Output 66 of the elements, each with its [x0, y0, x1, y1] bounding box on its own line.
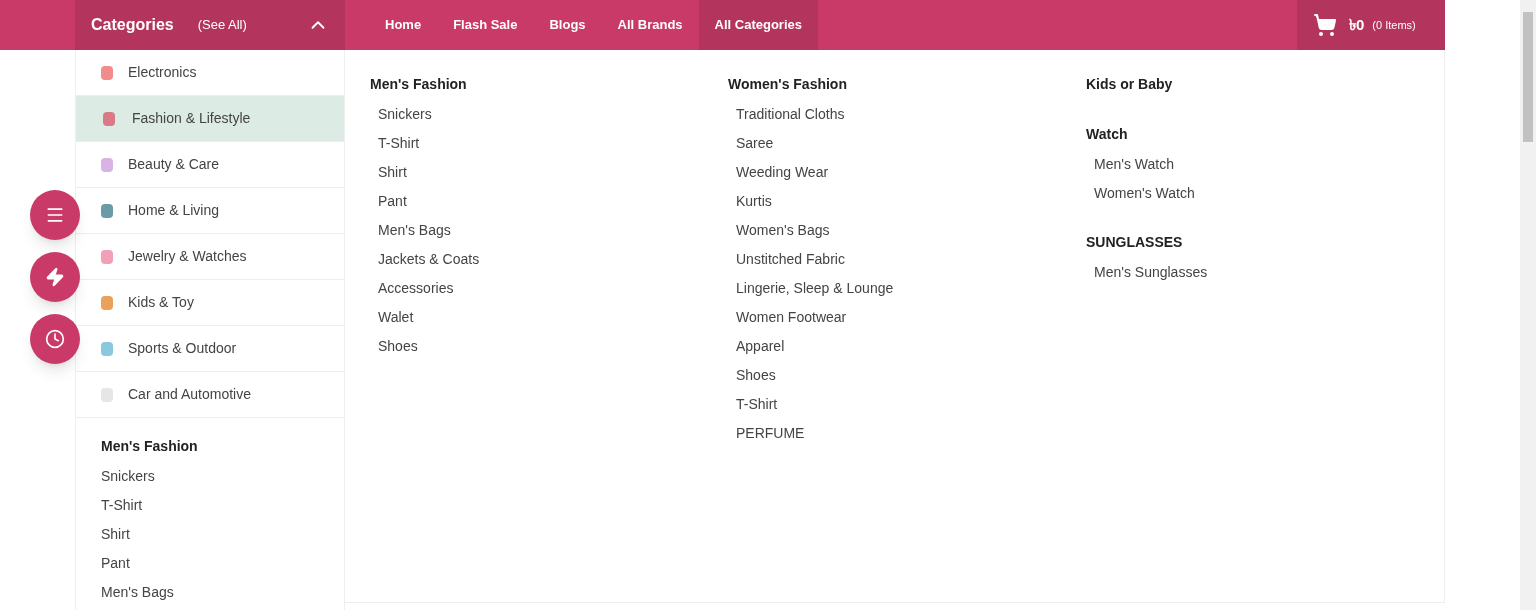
- flash-button[interactable]: [30, 252, 80, 302]
- category-item[interactable]: Beauty & Care: [76, 142, 344, 188]
- menu-group-heading: Kids or Baby: [1086, 75, 1173, 94]
- menu-icon: [45, 205, 65, 225]
- menu-link[interactable]: Kurtis: [736, 191, 772, 211]
- cart-total: ৳0: [1349, 14, 1365, 35]
- menu-link[interactable]: Weeding Wear: [736, 162, 829, 182]
- clock-icon: [45, 329, 65, 349]
- menu-link[interactable]: Women Footwear: [736, 307, 847, 327]
- nav-link[interactable]: Flash Sale: [437, 0, 534, 50]
- menu-link[interactable]: Men's Watch: [1094, 154, 1174, 174]
- categories-title: Categories: [91, 15, 174, 35]
- nav-link[interactable]: Home: [369, 0, 438, 50]
- menu-link[interactable]: Unstitched Fabric: [736, 249, 845, 269]
- menu-link[interactable]: Women's Bags: [736, 220, 830, 240]
- submenu-link[interactable]: Shirt: [101, 524, 130, 544]
- menu-link[interactable]: Jackets & Coats: [378, 249, 480, 269]
- menu-link[interactable]: Women's Watch: [1094, 183, 1195, 203]
- nav-link[interactable]: Blogs: [533, 0, 602, 50]
- history-button[interactable]: [30, 314, 80, 364]
- menu-group-heading: Watch: [1086, 125, 1128, 144]
- category-thumbnail-icon: [101, 157, 113, 172]
- menu-link[interactable]: Lingerie, Sleep & Lounge: [736, 278, 894, 298]
- category-item[interactable]: Fashion & Lifestyle: [76, 96, 344, 142]
- category-thumbnail-icon: [101, 387, 113, 402]
- menu-link[interactable]: Traditional Cloths: [736, 104, 845, 124]
- menu-link[interactable]: Men's Bags: [378, 220, 451, 240]
- category-thumbnail-icon: [101, 295, 113, 310]
- scrollbar[interactable]: [1520, 0, 1536, 610]
- menu-link[interactable]: Apparel: [736, 336, 785, 356]
- nav-link[interactable]: All Categories: [698, 0, 818, 50]
- menu-link[interactable]: T-Shirt: [378, 133, 420, 153]
- nav-link[interactable]: All Brands: [601, 0, 699, 50]
- category-thumbnail-icon: [103, 111, 115, 126]
- category-thumbnail-icon: [101, 203, 113, 218]
- scrollbar-thumb[interactable]: [1523, 12, 1533, 142]
- submenu-link[interactable]: T-Shirt: [101, 495, 143, 515]
- menu-button[interactable]: [30, 190, 80, 240]
- menu-link[interactable]: Snickers: [378, 104, 432, 124]
- submenu-link[interactable]: Pant: [101, 553, 130, 573]
- menu-link[interactable]: Walet: [378, 307, 414, 327]
- menu-link[interactable]: Shoes: [736, 365, 776, 385]
- category-item[interactable]: Kids & Toy: [76, 280, 344, 326]
- menu-group-heading: SUNGLASSES: [1086, 233, 1183, 252]
- menu-link[interactable]: Pant: [378, 191, 407, 211]
- category-item[interactable]: Car and Automotive: [76, 372, 344, 418]
- cart-icon: [1313, 13, 1337, 37]
- category-thumbnail-icon: [101, 65, 113, 80]
- cart-button[interactable]: ৳0 (0 Items): [1297, 0, 1445, 50]
- menu-group-heading: Men's Fashion: [370, 75, 467, 94]
- menu-link[interactable]: T-Shirt: [736, 394, 778, 414]
- cart-item-count: (0 Items): [1372, 17, 1416, 33]
- menu-link[interactable]: Shoes: [378, 336, 418, 356]
- lightning-icon: [45, 267, 65, 287]
- menu-link[interactable]: Men's Sunglasses: [1094, 262, 1208, 282]
- menu-link[interactable]: Shirt: [378, 162, 407, 182]
- submenu-link[interactable]: Snickers: [101, 466, 155, 486]
- menu-link[interactable]: Accessories: [378, 278, 454, 298]
- category-thumbnail-icon: [101, 249, 113, 264]
- submenu-heading: Men's Fashion: [101, 437, 199, 456]
- menu-link[interactable]: Saree: [736, 133, 774, 153]
- submenu-link[interactable]: Men's Bags: [101, 582, 174, 602]
- menu-link[interactable]: PERFUME: [736, 423, 805, 443]
- category-thumbnail-icon: [101, 341, 113, 356]
- menu-group-heading: Women's Fashion: [728, 75, 847, 94]
- see-all-link[interactable]: (See All): [197, 15, 247, 35]
